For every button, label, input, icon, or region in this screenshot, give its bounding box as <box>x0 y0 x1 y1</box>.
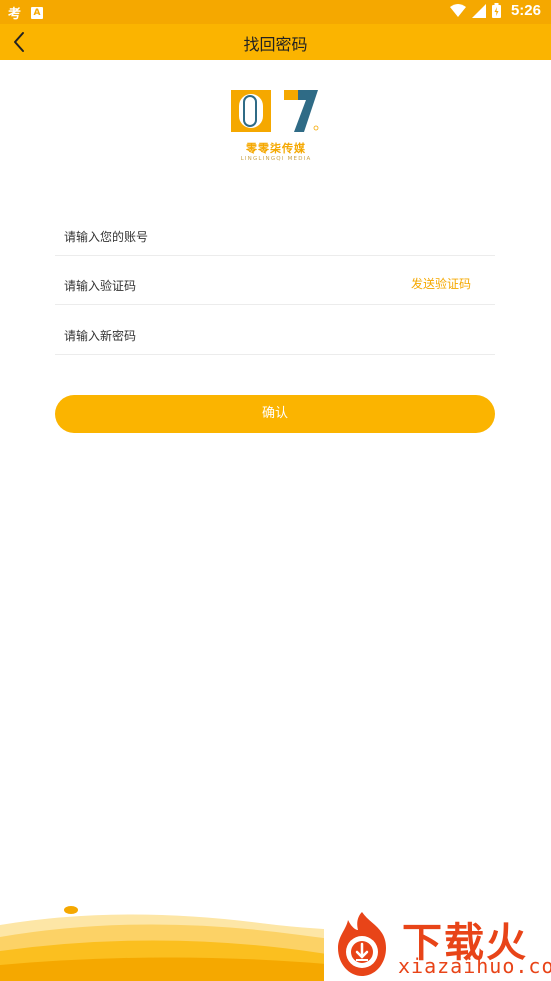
confirm-button[interactable]: 确认 <box>55 395 495 433</box>
watermark-url: xiazaihuo.com <box>398 954 551 978</box>
page-title: 找回密码 <box>243 35 308 54</box>
logo-07-icon <box>231 90 319 132</box>
account-input[interactable] <box>64 227 384 247</box>
send-code-button[interactable]: 发送验证码 <box>411 275 471 292</box>
app-notification-icon: 考 <box>8 7 22 22</box>
watermark: 下载火 xiazaihuo.com <box>324 908 551 981</box>
account-field <box>55 212 495 256</box>
password-field <box>55 311 495 355</box>
toolbar: 找回密码 <box>0 24 551 60</box>
brand-name-en: LINGLINGQI MEDIA <box>240 156 312 162</box>
battery-icon <box>491 3 501 18</box>
a-badge-icon: A <box>31 6 44 19</box>
new-password-input[interactable] <box>64 326 384 346</box>
status-left: 考 A <box>8 3 44 22</box>
status-right: 5:26 <box>449 2 541 19</box>
brand-logo: 零零柒传媒 LINGLINGQI MEDIA <box>230 88 322 168</box>
flame-logo-icon <box>338 912 386 976</box>
brand-name-cn: 零零柒传媒 <box>246 142 306 155</box>
status-bar: 考 A 5:26 <box>0 0 551 24</box>
code-input[interactable] <box>64 276 384 296</box>
wifi-icon <box>449 3 466 17</box>
signal-icon <box>471 3 486 18</box>
code-field: 发送验证码 <box>55 261 495 305</box>
clock: 5:26 <box>510 2 541 19</box>
